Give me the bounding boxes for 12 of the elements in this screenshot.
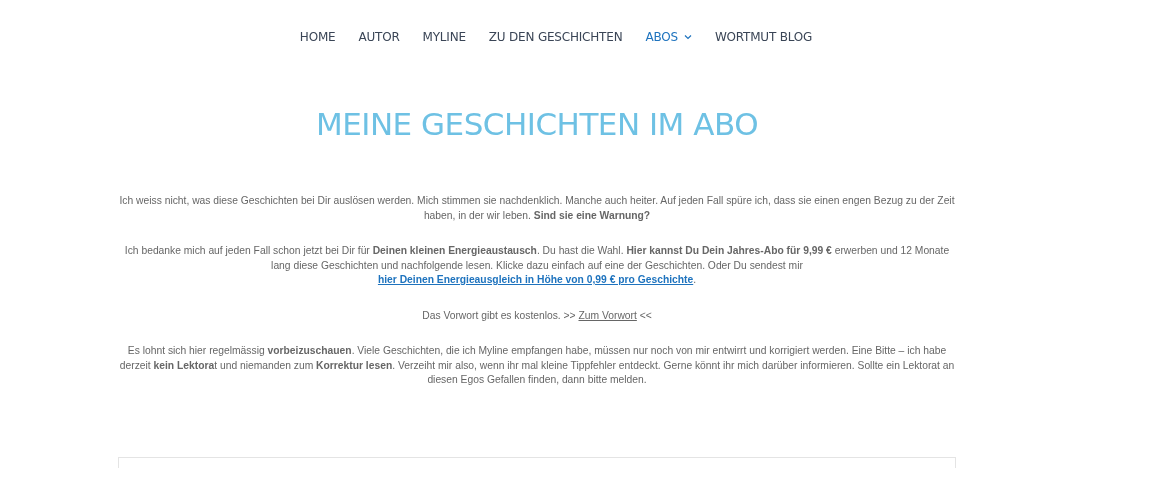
nav-link[interactable]: MYLINE: [422, 30, 466, 44]
nav-link[interactable]: HOME: [299, 30, 336, 44]
text-link[interactable]: Zum Vorwort: [578, 309, 637, 321]
paragraph: Ich weiss nicht, was diese Geschichten bei Dir auslösen werden. Mich stimmen sie nachdenklich. Manche auch heiter. Auf jeden Fall spüre ich, dass sie einen engen Bezug zu der Zeit haben, in der wir leben. Sind sie eine Warnung?: [118, 194, 956, 223]
paragraph: Das Vorwort gibt es kostenlos. >> Zum Vorwort <<: [421, 308, 653, 323]
paragraph: Es lohnt sich hier regelmässig vorbeizuschauen. Viele Geschichten, die ich Myline empfangen habe, müssen nur noch von mir entwirrt und korrigiert werden. Eine Bitte – ich habe derzeit kein Lektorat und niemanden zum Korrektur lesen. Verzeiht mir also, wenn ihr mal kleine Tippfehler entdeckt. Gerne könnt ihr mich darüber informieren. Sollte ein Lektorat an diesen Egos Gefallen finden, dann bitte melden.: [118, 344, 956, 387]
nav-link[interactable]: WORTMUT BLOG: [714, 30, 813, 44]
nav-link[interactable]: AUTOR: [358, 30, 400, 44]
paragraph: Ich bedanke mich auf jeden Fall schon jetzt bei Dir für Deinen kleinen Energieaustausch. Du hast die Wahl. Hier kannst Du Dein Jahres-Abo für 9,99 € erwerben und 12 Monate lang diese Geschichten und nachfolgende lesen. Klicke dazu einfach auf eine der Geschichten. Oder Du sendest mir hier Deinen Energieausgleich in Höhe von 0,99 € pro Geschichte.: [123, 244, 951, 287]
nav-link[interactable]: ABOS: [645, 30, 692, 44]
page-heading: MEINE GESCHICHTEN IM ABO: [314, 106, 760, 142]
nav-link[interactable]: ZU DEN GESCHICHTEN: [488, 30, 623, 44]
